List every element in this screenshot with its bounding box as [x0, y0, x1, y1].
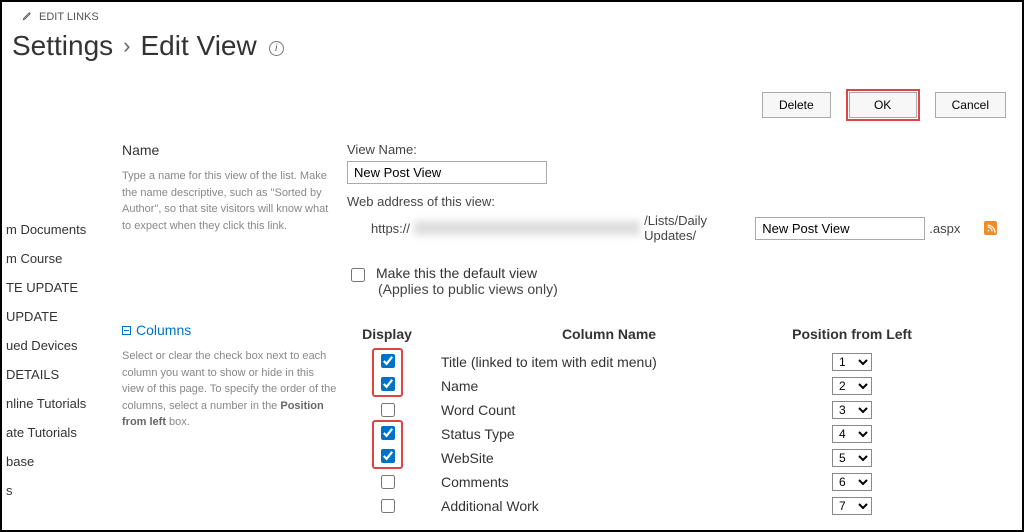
sidebar-item[interactable]: TE UPDATE [6, 280, 112, 295]
column-name: Name [427, 378, 777, 394]
display-checkbox[interactable] [381, 449, 395, 463]
section-name: Name Type a name for this view of the li… [122, 142, 1012, 297]
position-select[interactable]: 1234567 [832, 353, 872, 371]
sidebar-item[interactable]: DETAILS [6, 367, 112, 382]
action-buttons: Delete OK Cancel [762, 92, 1006, 118]
position-select[interactable]: 1234567 [832, 377, 872, 395]
sidebar-item[interactable]: ued Devices [6, 338, 112, 353]
column-name: Status Type [427, 426, 777, 442]
default-view-checkbox[interactable] [351, 268, 365, 282]
column-name: Title (linked to item with edit menu) [427, 354, 777, 370]
info-icon[interactable]: i [269, 41, 284, 56]
url-suffix: .aspx [929, 221, 960, 236]
columns-title-text: Columns [136, 322, 191, 338]
url-row: https:// /Lists/Daily Updates/ .aspx [347, 213, 997, 243]
view-name-label: View Name: [347, 142, 997, 157]
sidebar-item[interactable]: m Documents [6, 222, 112, 237]
view-name-input[interactable] [347, 161, 547, 184]
name-section-desc: Type a name for this view of the list. M… [122, 168, 337, 234]
table-row: Status Type 1234567 [347, 422, 927, 446]
sidebar-item[interactable]: m Course [6, 251, 112, 266]
cancel-button[interactable]: Cancel [935, 92, 1006, 118]
columns-section-desc: Select or clear the check box next to ea… [122, 348, 337, 431]
url-mid: /Lists/Daily Updates/ [644, 213, 751, 243]
sidebar-item[interactable]: base [6, 454, 112, 469]
sidebar: m Documents m Course TE UPDATE UPDATE ued De… [2, 222, 112, 498]
sidebar-item[interactable]: ate Tutorials [6, 425, 112, 440]
column-name: Comments [427, 474, 777, 490]
breadcrumb-settings[interactable]: Settings [12, 30, 113, 62]
default-view-sub: (Applies to public views only) [378, 281, 558, 297]
collapse-icon [122, 326, 131, 335]
position-select[interactable]: 1234567 [832, 497, 872, 515]
url-input[interactable] [755, 217, 925, 240]
ok-button[interactable]: OK [849, 92, 917, 118]
web-address-label: Web address of this view: [347, 194, 997, 209]
chevron-right-icon: › [123, 33, 130, 59]
table-row: Word Count 1234567 [347, 398, 927, 422]
sidebar-item[interactable]: nline Tutorials [6, 396, 112, 411]
sidebar-item[interactable]: UPDATE [6, 309, 112, 324]
breadcrumb-edit-view: Edit View [141, 30, 257, 62]
name-section-title: Name [122, 142, 337, 158]
col-header-display: Display [347, 326, 427, 342]
position-select[interactable]: 1234567 [832, 425, 872, 443]
default-view-row: Make this the default view (Applies to p… [347, 265, 997, 297]
display-checkbox[interactable] [381, 354, 395, 368]
edit-links-label: EDIT LINKS [39, 11, 99, 23]
section-columns: Columns Select or clear the check box ne… [122, 322, 1012, 518]
table-row: WebSite 1234567 [347, 446, 927, 470]
display-checkbox[interactable] [381, 499, 395, 513]
table-row: Title (linked to item with edit menu) 123… [347, 350, 927, 374]
display-checkbox[interactable] [381, 377, 395, 391]
columns-table: Display Column Name Position from Left T… [347, 322, 927, 518]
col-header-pos: Position from Left [777, 326, 927, 342]
display-checkbox[interactable] [381, 403, 395, 417]
position-select[interactable]: 1234567 [832, 401, 872, 419]
column-name: Additional Work [427, 498, 777, 514]
table-row: Name 1234567 [347, 374, 927, 398]
default-view-label: Make this the default view [376, 265, 558, 281]
columns-header: Display Column Name Position from Left [347, 322, 927, 350]
sidebar-item[interactable]: s [6, 483, 112, 498]
position-select[interactable]: 1234567 [832, 449, 872, 467]
url-prefix: https:// [371, 221, 410, 236]
columns-section-title[interactable]: Columns [122, 322, 191, 338]
table-row: Additional Work 1234567 [347, 494, 927, 518]
url-redacted [414, 221, 640, 235]
col-header-name: Column Name [427, 326, 777, 342]
edit-links[interactable]: EDIT LINKS [22, 10, 99, 24]
breadcrumb: Settings › Edit View i [12, 30, 284, 62]
column-name: Word Count [427, 402, 777, 418]
rss-icon[interactable] [984, 221, 997, 235]
display-checkbox[interactable] [381, 426, 395, 440]
pencil-icon [22, 10, 33, 24]
display-checkbox[interactable] [381, 475, 395, 489]
column-name: WebSite [427, 450, 777, 466]
columns-desc-suffix: box. [166, 416, 190, 428]
table-row: Comments 1234567 [347, 470, 927, 494]
position-select[interactable]: 1234567 [832, 473, 872, 491]
delete-button[interactable]: Delete [762, 92, 831, 118]
